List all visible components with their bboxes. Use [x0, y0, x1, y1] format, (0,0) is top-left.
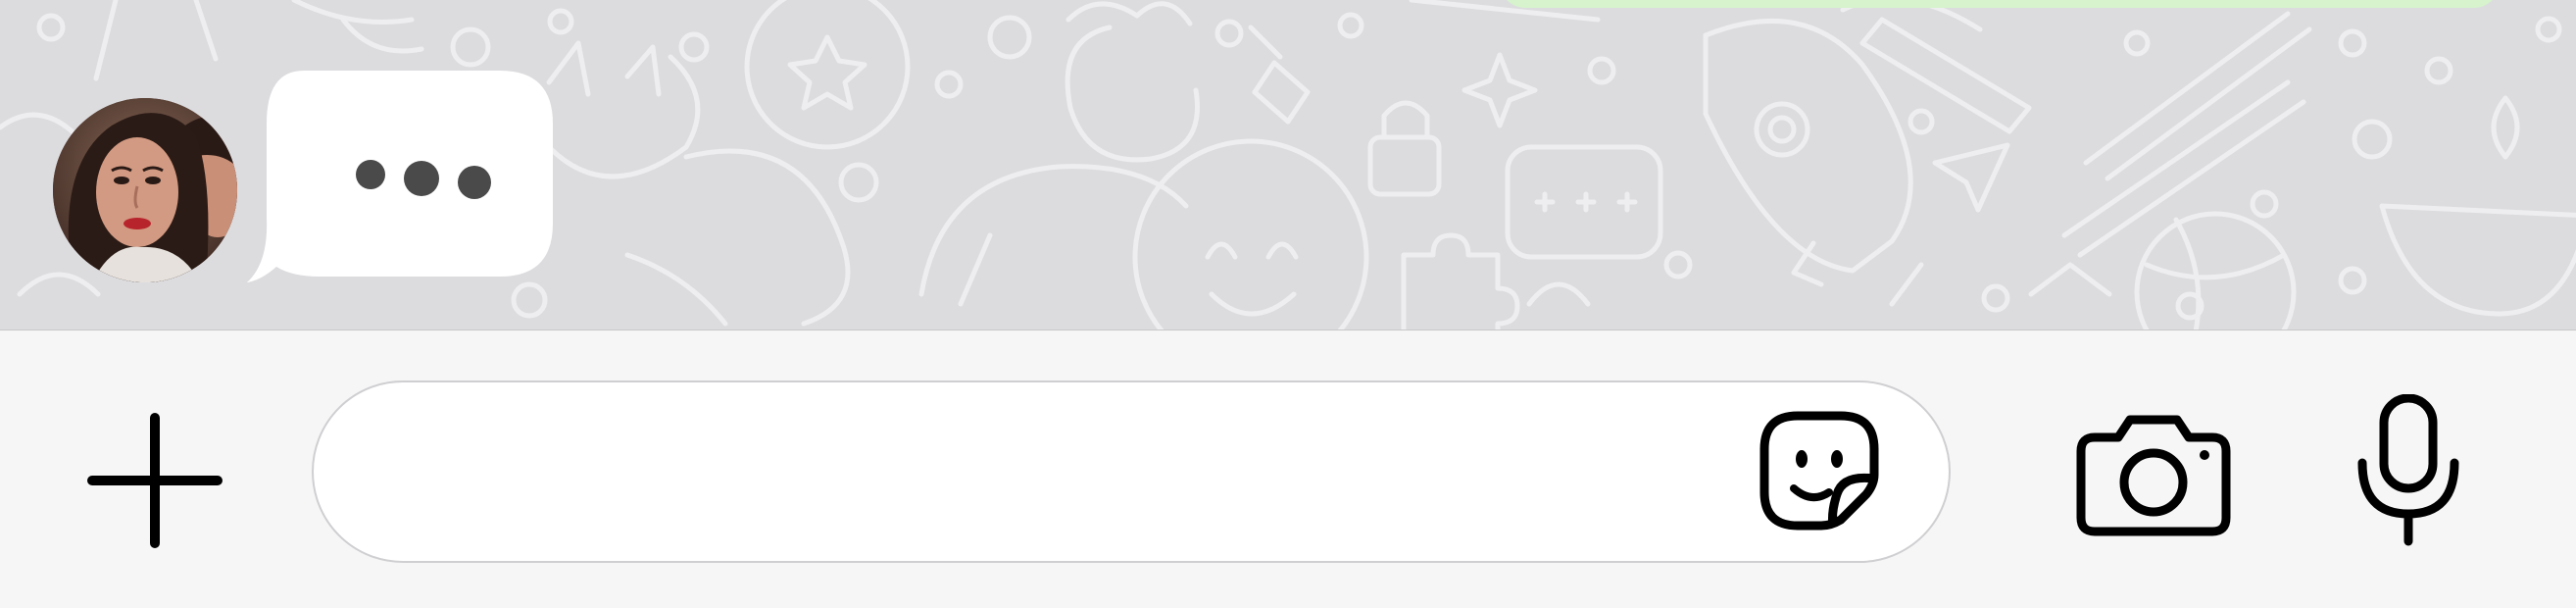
typing-indicator-bubble: [247, 71, 553, 282]
outgoing-message-bubble[interactable]: [1500, 0, 2500, 8]
message-input[interactable]: [361, 422, 1737, 522]
attach-button[interactable]: [76, 402, 233, 559]
microphone-button[interactable]: [2335, 382, 2482, 559]
microphone-icon: [2357, 394, 2459, 546]
camera-button[interactable]: [2070, 396, 2237, 553]
chat-screen: [0, 0, 2576, 608]
contact-avatar[interactable]: [53, 98, 237, 282]
chat-area[interactable]: [0, 0, 2576, 330]
sticker-button[interactable]: [1751, 402, 1888, 539]
composer-divider: [0, 329, 2576, 330]
camera-icon: [2076, 415, 2231, 536]
sticker-icon: [1759, 411, 1879, 531]
avatar-photo-icon: [53, 98, 237, 282]
message-composer: [0, 331, 2576, 608]
plus-icon: [87, 413, 223, 548]
message-input-container[interactable]: [312, 380, 1951, 563]
